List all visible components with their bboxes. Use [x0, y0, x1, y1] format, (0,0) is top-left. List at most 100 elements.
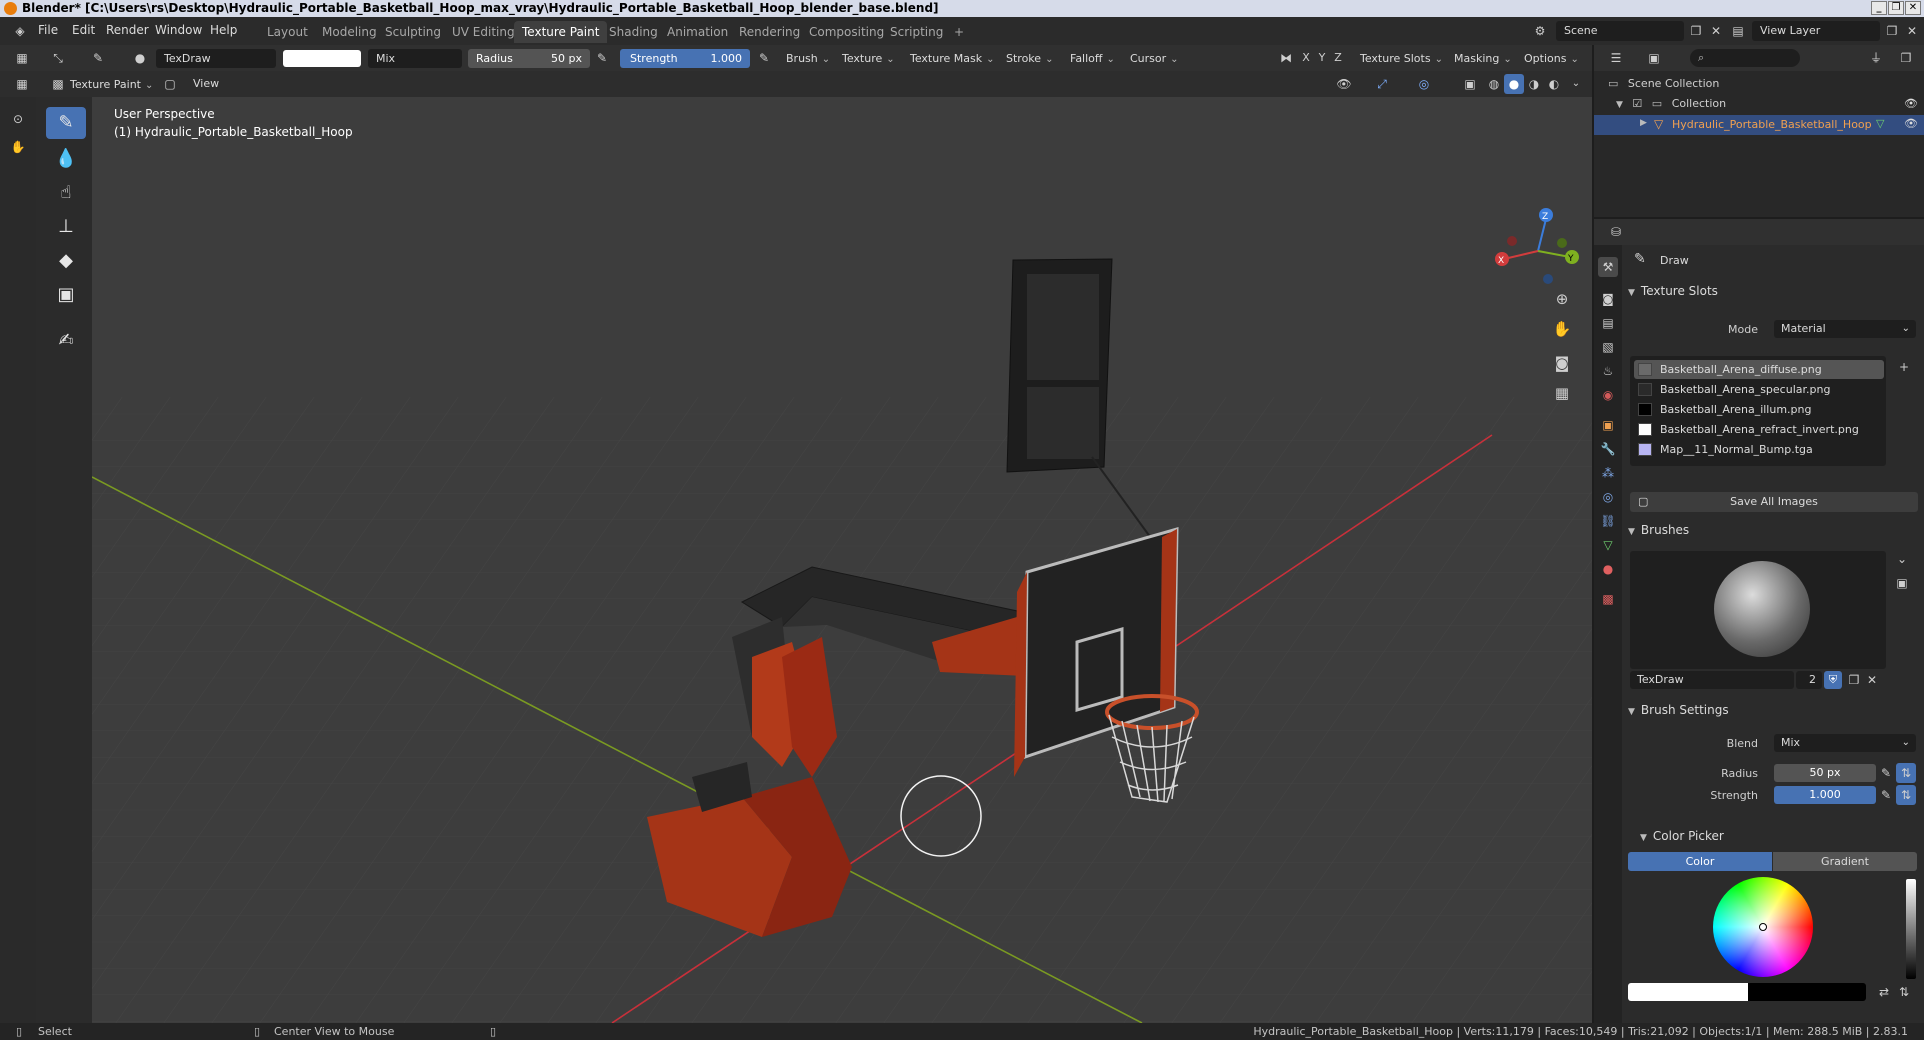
new-scene-icon[interactable]: ❐ [1686, 21, 1706, 41]
remove-view-layer-icon[interactable]: ✕ [1902, 21, 1922, 41]
blender-menu-icon[interactable]: ◈ [10, 21, 30, 41]
3d-viewport[interactable]: Z Y X User Perspective (1) Hydraulic_Por… [92, 97, 1592, 1023]
brush-browse-icon[interactable]: ● [130, 48, 150, 68]
brush-name-field-props[interactable]: TexDraw [1630, 671, 1794, 689]
scene-collection-row[interactable]: ▭ Scene Collection [1608, 77, 1719, 90]
new-view-layer-icon[interactable]: ❐ [1882, 21, 1902, 41]
brushes-collapse-icon[interactable]: ▼ [1628, 527, 1635, 537]
color-wheel-cursor[interactable] [1759, 923, 1767, 931]
color-picker-collapse-icon[interactable]: ▼ [1640, 833, 1647, 843]
maximize-button[interactable]: ❐ [1888, 1, 1904, 15]
menu-help[interactable]: Help [210, 23, 237, 37]
physics-tab-icon[interactable]: ◎ [1598, 487, 1618, 507]
zoom-region-icon[interactable]: ⊙ [8, 109, 28, 129]
menu-stroke[interactable]: Stroke [1000, 49, 1059, 68]
texture-tab-icon[interactable]: ▩ [1598, 589, 1618, 609]
camera-icon[interactable]: ◙ [1552, 353, 1572, 373]
world-tab-icon[interactable]: ◉ [1598, 385, 1618, 405]
radius-pressure-icon[interactable]: ✎ [592, 48, 612, 68]
wireframe-shading-icon[interactable]: ◍ [1484, 74, 1504, 94]
gizmo-icon[interactable]: ⤢ [1372, 74, 1392, 94]
menu-falloff[interactable]: Falloff [1064, 49, 1121, 68]
editor-type-icon[interactable]: ▦ [12, 48, 32, 68]
xray-icon[interactable]: ▣ [1460, 74, 1480, 94]
collection-row[interactable]: ▼ ☑ ▭ Collection [1616, 97, 1726, 110]
tool-tab-icon[interactable]: ⚒ [1598, 257, 1618, 277]
color-pressure-icon[interactable]: ⇅ [1894, 982, 1914, 1002]
visibility-icon[interactable]: 👁 [1334, 74, 1354, 94]
view-layer-field[interactable]: View Layer [1752, 21, 1880, 41]
current-color-swatch[interactable] [1628, 983, 1748, 1001]
brush-settings-section[interactable]: ▼ Brush Settings [1628, 699, 1920, 721]
texture-slot-item[interactable]: Basketball_Arena_diffuse.png [1634, 360, 1884, 379]
strength-pressure-icon[interactable]: ✎ [754, 48, 774, 68]
color-picker-section[interactable]: ▼ Color Picker [1640, 825, 1924, 847]
modifier-tab-icon[interactable]: 🔧 [1598, 439, 1618, 459]
blend-dropdown-field[interactable]: Mix ⌄ [1774, 734, 1916, 752]
color-wheel[interactable] [1713, 877, 1813, 977]
tab-sculpting[interactable]: Sculpting [377, 21, 449, 43]
rendered-shading-icon[interactable]: ◐ [1544, 74, 1564, 94]
minimize-button[interactable]: _ [1871, 1, 1887, 15]
tool-smear[interactable]: ☝ [46, 177, 86, 209]
object-tab-icon[interactable]: ▣ [1598, 415, 1618, 435]
tool-settings-icon[interactable]: ⤡ [48, 48, 68, 68]
texture-slots-section[interactable]: ▼ Texture Slots [1628, 280, 1920, 302]
collection-checkbox[interactable]: ☑ [1632, 97, 1642, 110]
new-collection-icon[interactable]: ❐ [1896, 48, 1916, 68]
scene-tab-icon[interactable]: ♨ [1598, 361, 1618, 381]
color-tab[interactable]: Color [1628, 852, 1772, 871]
tab-animation[interactable]: Animation [659, 21, 736, 43]
hand-pan-icon[interactable]: ✋ [1552, 319, 1572, 339]
texture-slot-item[interactable]: Basketball_Arena_refract_invert.png [1634, 420, 1884, 439]
remove-scene-icon[interactable]: ✕ [1706, 21, 1726, 41]
strength-slider[interactable]: Strength 1.000 [620, 49, 750, 68]
duplicate-brush-icon[interactable]: ❐ [1844, 670, 1864, 690]
save-all-images-button[interactable]: ▢ Save All Images [1630, 492, 1918, 512]
brush-name-field[interactable]: TexDraw [156, 49, 276, 68]
menu-render[interactable]: Render [106, 23, 149, 37]
particles-tab-icon[interactable]: ⁂ [1598, 463, 1618, 483]
value-slider[interactable] [1906, 879, 1916, 979]
menu-options[interactable]: Options [1518, 49, 1585, 68]
display-mode-icon[interactable]: ▣ [1644, 48, 1664, 68]
brush-list-chevron-icon[interactable]: ⌄ [1892, 549, 1912, 569]
texture-slots-collapse-icon[interactable]: ▼ [1628, 288, 1635, 298]
outliner-editor-icon[interactable]: ☰ [1606, 48, 1626, 68]
tab-rendering[interactable]: Rendering [731, 21, 808, 43]
brush-custom-icon[interactable]: ▣ [1892, 573, 1912, 593]
pan-icon[interactable]: ✋ [8, 137, 28, 157]
brush-users-count[interactable]: 2 [1796, 671, 1822, 689]
unlink-brush-icon[interactable]: ✕ [1862, 670, 1882, 690]
object-visibility-icon[interactable]: 👁 [1904, 117, 1918, 130]
mirror-z-toggle[interactable]: Z [1328, 48, 1348, 68]
constraints-tab-icon[interactable]: ⛓ [1598, 511, 1618, 531]
props-strength-pressure-icon[interactable]: ✎ [1876, 785, 1896, 805]
tool-draw[interactable]: ✎ [46, 107, 86, 139]
menu-brush[interactable]: Brush [780, 49, 836, 68]
tab-scripting[interactable]: Scripting [882, 21, 951, 43]
tab-shading[interactable]: Shading [601, 21, 666, 43]
blend-mode-dropdown[interactable]: Mix [368, 49, 462, 68]
texture-paint-mode-icon[interactable]: ▩ [48, 74, 68, 94]
close-button[interactable]: ✕ [1905, 1, 1921, 15]
object-expand-icon[interactable]: ▶ [1640, 118, 1647, 128]
brushes-section[interactable]: ▼ Brushes [1628, 519, 1920, 541]
scene-icon[interactable]: ⚙ [1530, 21, 1550, 41]
mode-dropdown[interactable]: Texture Paint [66, 75, 159, 94]
shading-options-icon[interactable]: ⌄ [1566, 74, 1586, 94]
render-tab-icon[interactable]: ◙ [1598, 289, 1618, 309]
brush-settings-collapse-icon[interactable]: ▼ [1628, 707, 1635, 717]
tab-compositing[interactable]: Compositing [801, 21, 892, 43]
menu-masking[interactable]: Masking [1448, 49, 1518, 68]
texture-slot-item[interactable]: Basketball_Arena_illum.png [1634, 400, 1884, 419]
menu-texture[interactable]: Texture [836, 49, 901, 68]
props-radius-pressure-icon[interactable]: ✎ [1876, 763, 1896, 783]
props-strength-slider[interactable]: 1.000 [1774, 786, 1876, 804]
zoom-icon[interactable]: ⊕ [1552, 289, 1572, 309]
menu-texture-slots[interactable]: Texture Slots [1354, 49, 1449, 68]
tool-clone[interactable]: ⊥ [46, 211, 86, 243]
collection-expand-icon[interactable]: ▼ [1616, 100, 1623, 110]
secondary-color-swatch[interactable] [1748, 983, 1866, 1001]
material-tab-icon[interactable]: ● [1598, 559, 1618, 579]
